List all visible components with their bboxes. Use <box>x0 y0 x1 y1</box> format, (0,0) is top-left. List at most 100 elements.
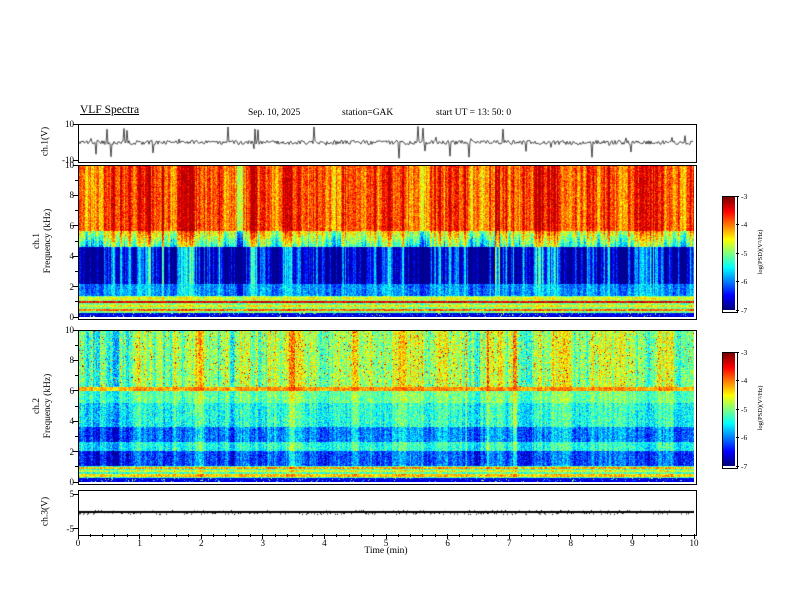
header-station: station=GAK <box>342 108 394 118</box>
time-tick-label: 5 <box>383 538 389 548</box>
time-minor-tick-mark <box>582 534 584 537</box>
ch1-spectrogram-canvas <box>79 166 694 317</box>
time-minor-tick-mark <box>607 534 609 537</box>
colorbar-tick-mark <box>736 380 739 381</box>
figure-title: VLF Spectra <box>80 104 140 116</box>
freq-tick-label: 2 <box>69 446 75 457</box>
time-tick-label: 7 <box>506 538 512 548</box>
time-minor-tick-mark <box>237 534 239 537</box>
time-tick-label: 9 <box>630 538 635 548</box>
time-minor-tick-mark <box>188 534 190 537</box>
time-minor-tick-mark <box>102 534 104 537</box>
time-minor-tick-mark <box>274 534 276 537</box>
freq-minor-tick-mark <box>75 179 78 181</box>
time-minor-tick-mark <box>397 534 399 537</box>
colorbar-tick-mark <box>736 351 739 353</box>
colorbar-tick-label: -3 <box>741 191 748 201</box>
time-tick-label: 8 <box>568 538 574 548</box>
colorbar-tick-label: -4 <box>741 376 748 385</box>
colorbar-tick-label: -6 <box>741 277 748 286</box>
colorbar-tick-label: -4 <box>741 220 748 229</box>
freq-tick-label: 6 <box>69 385 75 396</box>
header-date: Sep. 10, 2025 <box>248 108 301 118</box>
freq-tick-label: 4 <box>69 416 75 427</box>
freq-tick-label: 4 <box>69 251 75 262</box>
colorbar-tick-mark <box>736 224 739 225</box>
time-minor-tick-mark <box>422 534 424 537</box>
colorbar-ch1-label: log(PSD)(V²/Hz) <box>757 229 764 275</box>
time-tick-label: 0 <box>75 538 81 548</box>
freq-minor-tick-mark <box>75 270 78 272</box>
time-minor-tick-mark <box>360 534 362 537</box>
colorbar-tick-label: -6 <box>741 433 748 442</box>
colorbar-ch1-canvas <box>723 197 735 310</box>
ch2-spec-ylabel-line1: ch.2 <box>32 397 42 415</box>
time-minor-tick-mark <box>249 534 251 537</box>
time-minor-tick-mark <box>336 534 338 537</box>
vlf-spectra-figure: VLF Spectra Sep. 10, 2025 station=GAK st… <box>0 0 792 612</box>
time-minor-tick-mark <box>434 534 436 537</box>
wave3-tick-label: 5 <box>69 489 75 500</box>
time-minor-tick-mark <box>656 534 658 537</box>
time-tick-label: 3 <box>260 538 266 548</box>
time-minor-tick-mark <box>410 534 412 537</box>
freq-minor-tick-mark <box>75 240 78 242</box>
time-minor-tick-mark <box>459 534 461 537</box>
freq-tick-label: 10 <box>65 325 74 335</box>
freq-minor-tick-mark <box>75 210 78 212</box>
colorbar-ch2-canvas <box>723 353 735 466</box>
time-minor-tick-mark <box>644 534 646 537</box>
time-tick-label: 1 <box>137 538 142 548</box>
time-minor-tick-mark <box>213 534 215 537</box>
freq-tick-label: 0 <box>69 477 75 487</box>
time-minor-tick-mark <box>151 534 153 537</box>
colorbar-tick-label: -7 <box>741 305 748 315</box>
time-minor-tick-mark <box>496 534 498 537</box>
colorbar-tick-mark <box>736 465 739 467</box>
time-minor-tick-mark <box>373 534 375 537</box>
colorbar-tick-mark <box>736 281 739 282</box>
time-minor-tick-mark <box>299 534 301 537</box>
time-minor-tick-mark <box>126 534 128 537</box>
freq-minor-tick-mark <box>75 375 78 377</box>
freq-minor-tick-mark <box>75 301 78 303</box>
freq-tick-label: 2 <box>69 281 75 292</box>
freq-minor-tick-mark <box>75 466 78 468</box>
time-tick-label: 4 <box>322 538 327 548</box>
time-minor-tick-mark <box>619 534 621 537</box>
time-minor-tick-mark <box>225 534 227 537</box>
freq-tick-label: 0 <box>69 312 75 322</box>
ch1-waveform-canvas <box>79 125 694 160</box>
time-minor-tick-mark <box>286 534 288 537</box>
wave3-tick-label: -5 <box>66 523 75 534</box>
time-minor-tick-mark <box>176 534 178 537</box>
colorbar-tick-label: -5 <box>741 404 748 414</box>
time-minor-tick-mark <box>557 534 559 537</box>
freq-tick-label: 8 <box>69 190 75 201</box>
time-minor-tick-mark <box>163 534 165 537</box>
ch3-waveform-canvas <box>79 491 694 533</box>
ch1-spec-ylabel-line1: ch.1 <box>32 232 42 250</box>
time-minor-tick-mark <box>89 534 91 537</box>
time-minor-tick-mark <box>521 534 523 537</box>
ch2-spectrogram-canvas <box>79 331 694 482</box>
colorbar-tick-label: -7 <box>741 461 748 471</box>
time-minor-tick-mark <box>484 534 486 537</box>
time-minor-tick-mark <box>533 534 535 537</box>
time-minor-tick-mark <box>545 534 547 537</box>
freq-minor-tick-mark <box>75 435 78 437</box>
colorbar-tick-label: -3 <box>741 347 748 357</box>
time-tick-label: 2 <box>198 538 204 548</box>
colorbar-tick-label: -5 <box>741 248 748 258</box>
time-minor-tick-mark <box>114 534 116 537</box>
colorbar-tick-mark <box>736 408 739 410</box>
time-minor-tick-mark <box>594 534 596 537</box>
time-minor-tick-mark <box>471 534 473 537</box>
header-start-ut: start UT = 13: 50: 0 <box>436 108 512 118</box>
colorbar-ch2-label: log(PSD)(V²/Hz) <box>757 385 764 431</box>
colorbar-tick-mark <box>736 195 739 197</box>
time-tick-label: 10 <box>689 538 699 548</box>
wave1-tick-label: 10 <box>65 119 74 129</box>
colorbar-tick-mark <box>736 252 739 254</box>
colorbar-tick-mark <box>736 309 739 311</box>
